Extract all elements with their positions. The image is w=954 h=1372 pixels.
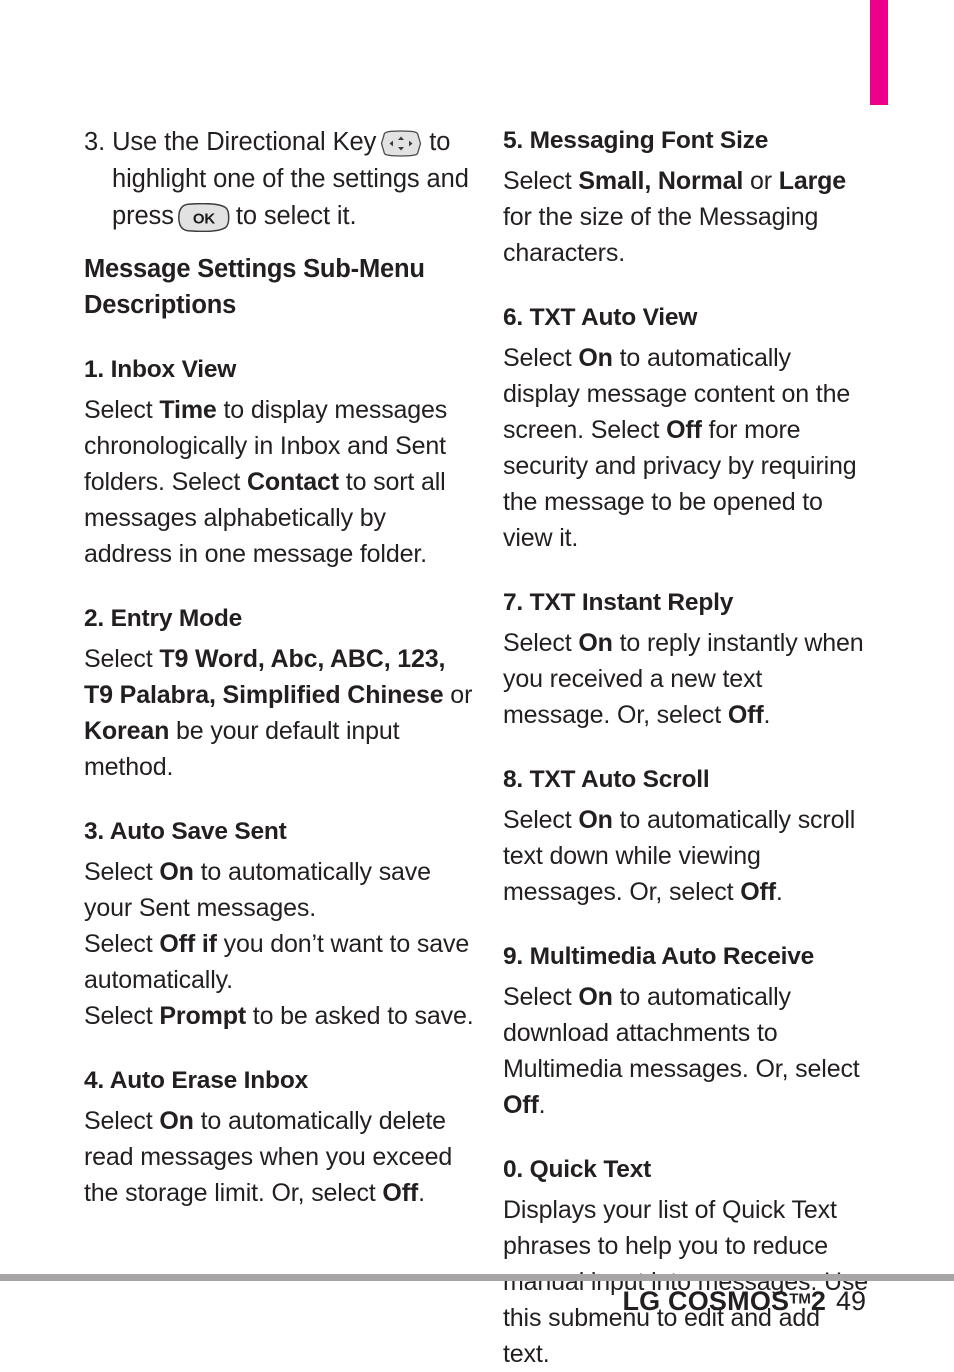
trademark-symbol: TM [789, 1290, 811, 1308]
item-body-entry-mode: Select T9 Word, Abc, ABC, 123, T9 Palabr… [84, 645, 473, 781]
instruction-step-3: 3. Use the Directional Key to highlight … [84, 124, 476, 235]
step-line-2: highlight one of the settings and [112, 165, 469, 193]
item-title-txt-auto-view: 6. TXT Auto View [503, 304, 698, 331]
section-heading: Message Settings Sub-Menu Descriptions [84, 255, 425, 319]
page-footer: LG COSMOSTM2 49 [0, 1286, 954, 1346]
directional-key-icon [380, 130, 422, 157]
item-body-auto-erase-inbox: Select On to automatically delete read m… [84, 1107, 453, 1207]
item-body-auto-save-sent: Select On to automatically save your Sen… [84, 858, 474, 1030]
item-title-quick-text: 0. Quick Text [503, 1156, 652, 1183]
step-text-after-dpad: to [429, 128, 451, 156]
page-content: 3. Use the Directional Key to highlight … [0, 0, 954, 1368]
footer-model-number: 2 [810, 1286, 826, 1316]
right-column: 5. Messaging Font Size Select Small, Nor… [503, 124, 871, 1372]
item-title-txt-auto-scroll: 8. TXT Auto Scroll [503, 766, 710, 793]
item-title-inbox-view: 1. Inbox View [84, 356, 237, 383]
item-body-txt-instant-reply: Select On to reply instantly when you re… [503, 629, 864, 729]
item-body-inbox-view: Select Time to display messages chronolo… [84, 396, 448, 568]
footer-brand-name: LG COSMOS [622, 1286, 790, 1316]
item-body-txt-auto-scroll: Select On to automatically scroll text d… [503, 806, 856, 906]
ok-key-icon: OK [177, 202, 230, 232]
item-body-txt-auto-view: Select On to automatically display messa… [503, 344, 857, 552]
left-column: 3. Use the Directional Key to highlight … [84, 124, 476, 1211]
item-body-messaging-font-size: Select Small, Normal or Large for the si… [503, 167, 847, 267]
svg-text:OK: OK [193, 210, 216, 227]
footer-divider [0, 1274, 954, 1281]
item-title-txt-instant-reply: 7. TXT Instant Reply [503, 589, 734, 616]
step-line-3-before-ok: press [112, 202, 174, 230]
item-title-multimedia-auto-receive: 9. Multimedia Auto Receive [503, 943, 815, 970]
item-body-multimedia-auto-receive: Select On to automatically download atta… [503, 983, 860, 1119]
item-title-messaging-font-size: 5. Messaging Font Size [503, 127, 769, 154]
item-title-auto-erase-inbox: 4. Auto Erase Inbox [84, 1067, 309, 1094]
step-text-after-ok: to select it. [235, 202, 357, 230]
step-number: 3. [84, 128, 106, 156]
item-title-auto-save-sent: 3. Auto Save Sent [84, 818, 287, 845]
step-text-before-dpad: Use the Directional Key [112, 128, 377, 156]
item-title-entry-mode: 2. Entry Mode [84, 605, 243, 632]
page-number: 49 [835, 1286, 866, 1316]
